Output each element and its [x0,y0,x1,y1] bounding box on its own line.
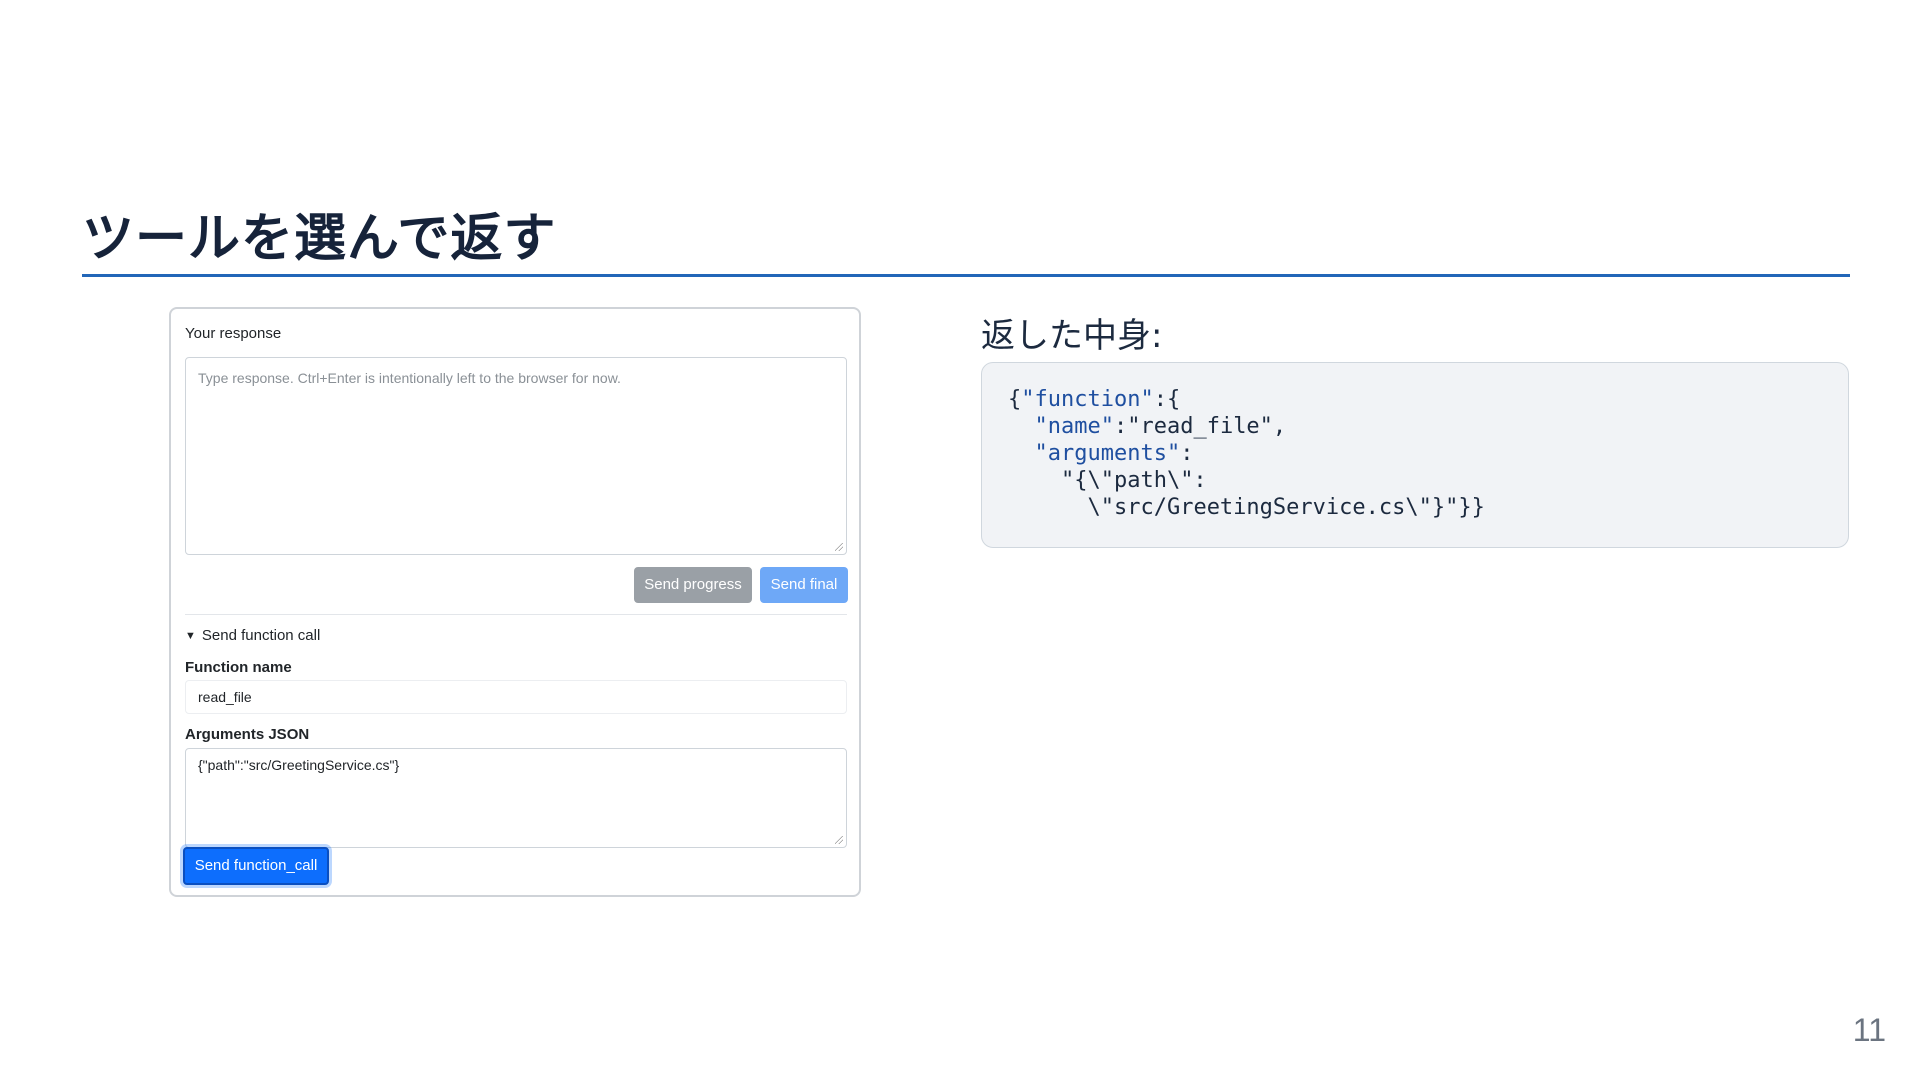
code-value-name: :"read_file", [1113,414,1287,439]
arguments-json-textarea[interactable]: {"path":"src/GreetingService.cs"} [185,748,847,848]
function-name-label: Function name [185,659,292,676]
code-line-5: \"src/GreetingService.cs\"}"}} [1087,495,1485,520]
code-line-2: "name":"read_file", [1035,414,1287,439]
arguments-json-label: Arguments JSON [185,726,310,743]
resize-handle-icon[interactable] [835,543,843,551]
code-key-name: "name" [1034,414,1114,439]
response-label: Your response [185,325,282,342]
code-line-4: "{\"path\": [1060,468,1207,493]
function-name-input[interactable]: read_file [185,680,847,714]
triangle-down-icon: ▼ [185,630,196,642]
code-punct: : [1180,441,1194,466]
response-form-screenshot: Your response Type response. Ctrl+Enter … [169,307,861,897]
function-call-disclosure[interactable]: ▼ Send function call [185,627,320,644]
slide-title: ツールを選んで返す [82,209,557,269]
code-key-arguments: "arguments" [1034,441,1181,466]
send-final-button[interactable]: Send final [760,567,848,603]
arguments-json-value: {"path":"src/GreetingService.cs"} [198,757,400,773]
code-line-1: {"function":{ [1008,387,1180,412]
section-divider [185,614,847,615]
response-placeholder: Type response. Ctrl+Enter is intentional… [198,370,621,386]
code-brace: { [1008,387,1022,412]
page-number: 11 [1852,1012,1886,1048]
function-call-summary-label: Send function call [201,627,321,644]
code-block: {"function":{ "name":"read_file", "argum… [981,362,1849,548]
title-divider [82,274,1850,277]
send-function-call-button[interactable]: Send function_call [183,847,329,885]
code-line-3: "arguments": [1035,441,1194,466]
resize-handle-icon[interactable] [835,836,843,844]
send-progress-button[interactable]: Send progress [634,567,752,603]
returned-content-heading: 返した中身: [981,316,1163,356]
response-textarea[interactable]: Type response. Ctrl+Enter is intentional… [185,357,847,555]
code-punct: :{ [1153,387,1181,412]
code-key-function: "function" [1021,387,1154,412]
